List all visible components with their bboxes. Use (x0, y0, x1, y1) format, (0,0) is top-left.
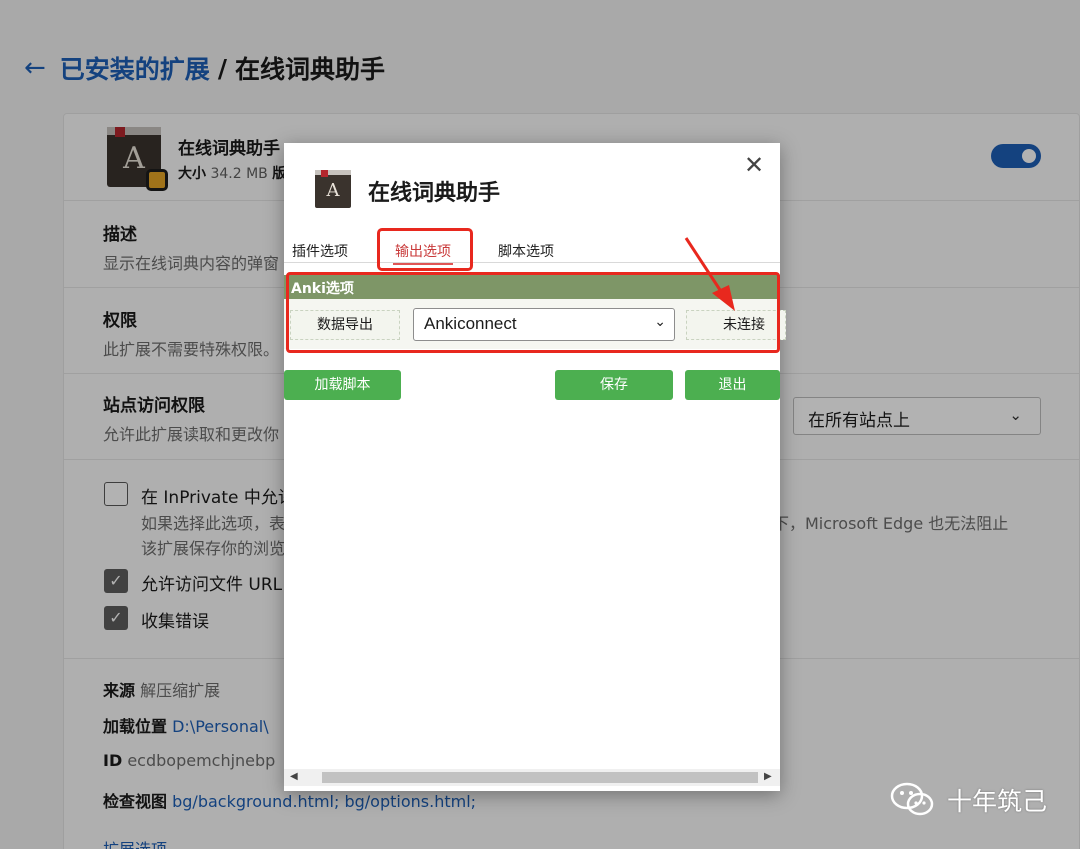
wechat-icon (890, 782, 934, 816)
watermark-text: 十年筑己 (947, 787, 1048, 816)
watermark: 十年筑己 (889, 782, 1047, 818)
annotation-arrow-icon (684, 237, 735, 311)
